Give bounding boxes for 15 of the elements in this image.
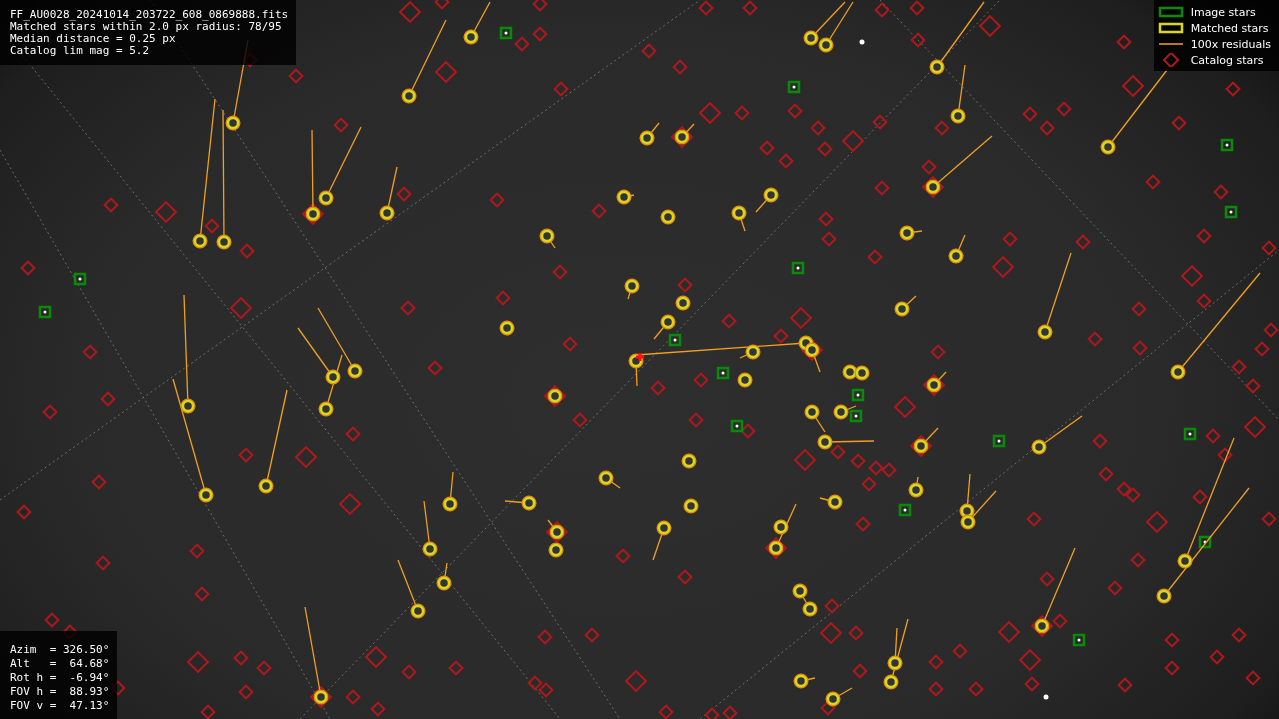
legend-label: Catalog stars [1190,53,1264,67]
legend-label: Image stars [1190,5,1256,19]
pointing-text: Azim = 326.50° [10,643,110,657]
pointing-text: Rot h = -6.94° [10,671,110,685]
info-text: Catalog lim mag = 5.2 [10,45,151,57]
legend-label: Matched stars [1190,21,1269,35]
pointing-text: FOV v = 47.13° [10,699,110,713]
info-text: Matched stars within 2.0 px radius: 78/95 [10,21,282,33]
pointing-text: Alt = 64.68° [10,657,110,671]
info-text: FF_AU0028_20241014_203722_608_0869888.fits [10,9,289,21]
pointing-text: FOV h = 88.93° [10,685,110,699]
legend-label: 100x residuals [1190,37,1271,51]
square-outline-icon [1157,21,1184,35]
info-text: Median distance = 0.25 px [10,33,177,45]
square-outline-icon [1157,5,1184,19]
